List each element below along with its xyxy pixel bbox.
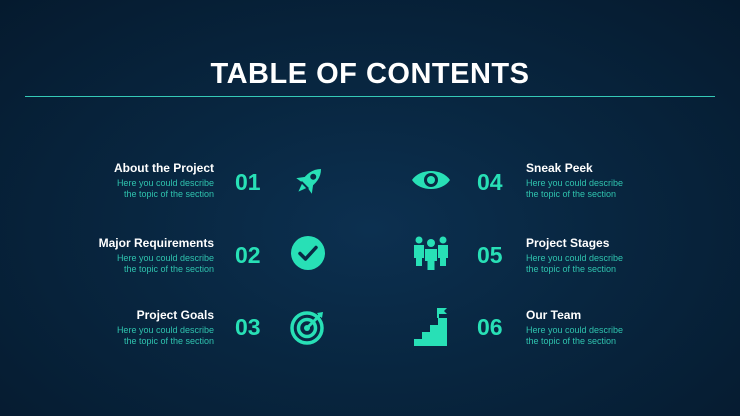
toc-item-our-team[interactable]: Our Team Here you could describe the top… <box>526 308 726 347</box>
toc-item-project-stages[interactable]: Project Stages Here you could describe t… <box>526 236 726 275</box>
item-heading: Project Stages <box>526 236 610 250</box>
item-number: 02 <box>235 242 261 268</box>
stairs-flag-icon <box>413 307 449 347</box>
item-description-line: Here you could describe <box>526 178 624 188</box>
rocket-icon <box>290 163 328 199</box>
item-description-line: the topic of the section <box>123 189 214 199</box>
toc-item-major-requirements[interactable]: Major Requirements Here you could descri… <box>14 236 214 275</box>
item-description-line: the topic of the section <box>123 336 214 346</box>
eye-icon <box>411 166 451 194</box>
toc-item-about-the-project[interactable]: About the Project Here you could describ… <box>14 161 214 200</box>
item-heading: About the Project <box>113 161 214 175</box>
item-number: 03 <box>235 314 261 340</box>
item-description-line: Here you could describe <box>116 178 214 188</box>
toc-item-project-goals[interactable]: Project Goals Here you could describe th… <box>14 308 214 347</box>
item-heading: Our Team <box>526 308 582 322</box>
item-number: 05 <box>477 242 503 268</box>
page-title: TABLE OF CONTENTS <box>210 58 530 90</box>
item-description-line: Here you could describe <box>526 253 624 263</box>
item-heading: Major Requirements <box>98 236 214 250</box>
item-description-line: the topic of the section <box>123 264 214 274</box>
item-number: 04 <box>477 169 503 195</box>
item-number: 01 <box>235 169 261 195</box>
title-divider <box>25 96 715 97</box>
item-number: 06 <box>477 314 503 340</box>
item-description-line: Here you could describe <box>116 325 214 335</box>
item-heading: Sneak Peek <box>526 161 593 175</box>
target-icon <box>290 309 326 345</box>
item-description-line: the topic of the section <box>526 189 617 199</box>
toc-item-sneak-peek[interactable]: Sneak Peek Here you could describe the t… <box>526 161 726 200</box>
item-description-line: Here you could describe <box>526 325 624 335</box>
item-heading: Project Goals <box>136 308 214 322</box>
item-description-line: Here you could describe <box>116 253 214 263</box>
checkmark-circle-icon <box>290 235 326 271</box>
item-description-line: the topic of the section <box>526 264 617 274</box>
team-icon <box>412 235 450 271</box>
item-description-line: the topic of the section <box>526 336 617 346</box>
